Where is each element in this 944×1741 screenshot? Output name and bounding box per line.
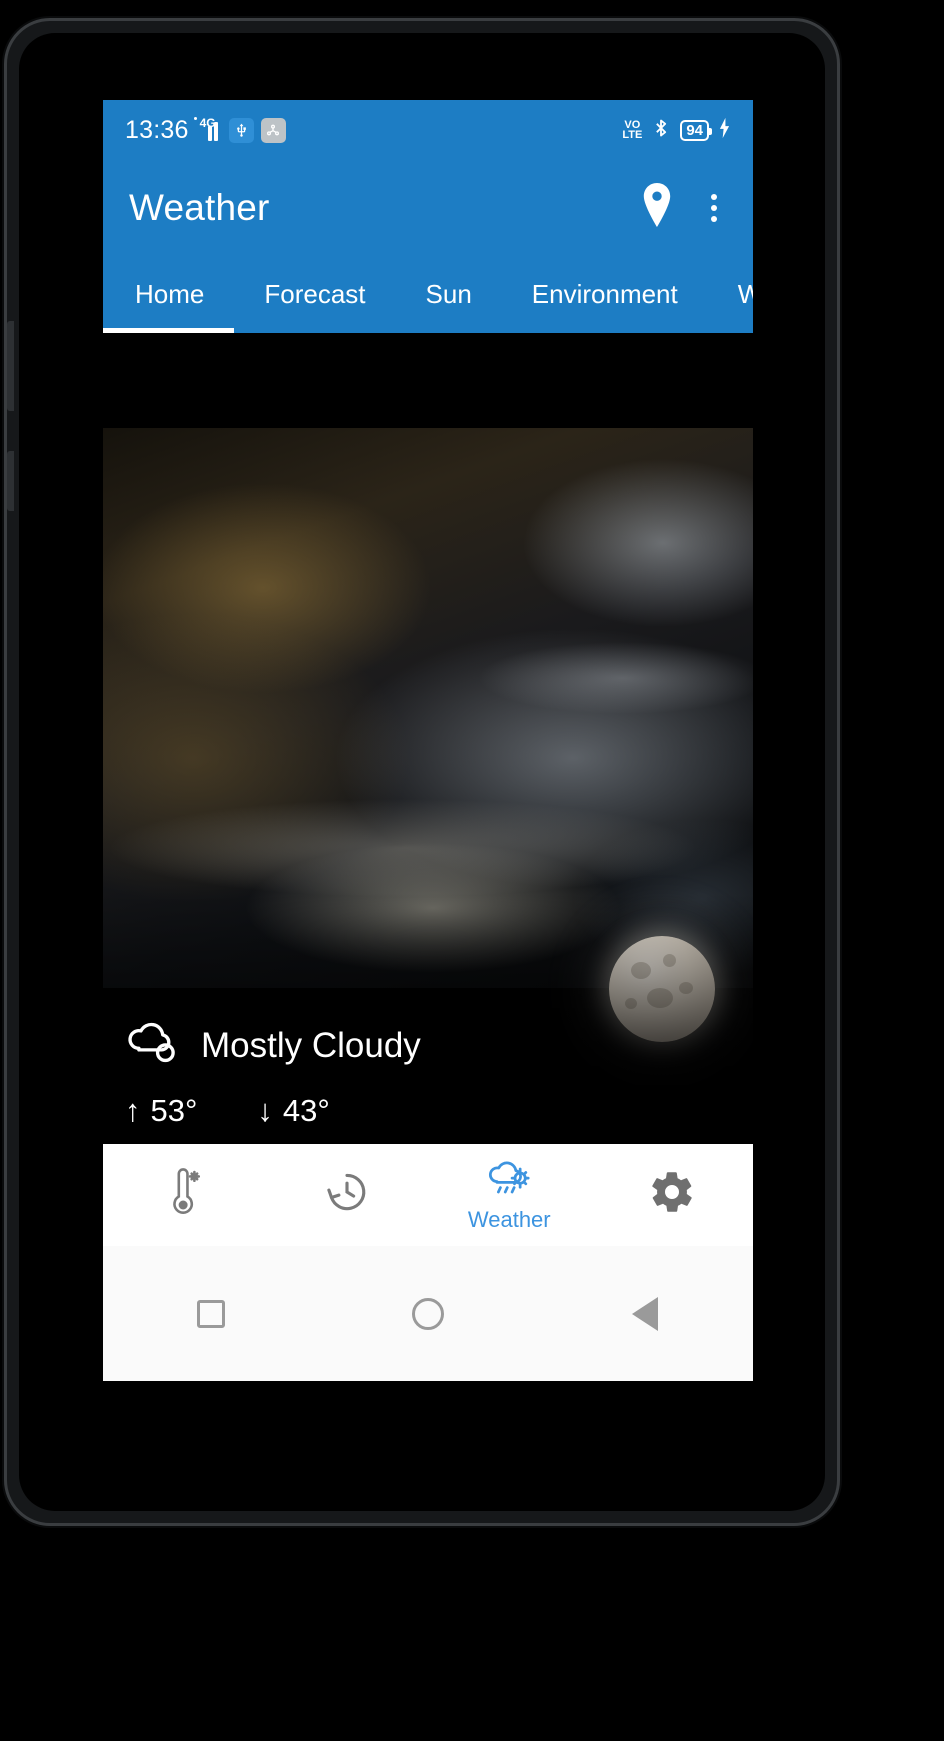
phone-screen: 13:36 4G VO LTE 94 Weather Home Forecast… [103, 100, 753, 1470]
bezel-nub [7, 451, 14, 511]
tab-forecast[interactable]: Forecast [234, 255, 395, 333]
cloud-icon [123, 1021, 183, 1070]
location-pin-icon[interactable] [639, 183, 675, 232]
volte-icon: VO LTE [622, 120, 643, 141]
high-temp-item: ↑ 53° [125, 1093, 197, 1129]
triangle-back-icon [631, 1296, 658, 1331]
condition-row: Mostly Cloudy [123, 1021, 421, 1070]
home-button[interactable] [383, 1269, 473, 1359]
nav-item-history[interactable] [266, 1144, 429, 1246]
nav-label: Weather [467, 1206, 551, 1232]
app-bar: Weather [103, 160, 753, 255]
more-vertical-icon[interactable] [701, 188, 727, 228]
current-weather-panel: Mostly Cloudy ↑ 53° ↓ 43° 45° Mountain V… [103, 333, 753, 1381]
tab-bar: Home Forecast Sun Environment Wi [103, 255, 753, 333]
square-icon [197, 1299, 226, 1328]
system-navigation-bar [103, 1246, 753, 1381]
nav-item-settings[interactable] [591, 1144, 754, 1246]
charging-bolt-icon [718, 117, 731, 144]
arrow-down-icon: ↓ [257, 1093, 273, 1128]
hero-fade-overlay [103, 893, 753, 1123]
tab-label: Forecast [264, 278, 366, 309]
page-title: Weather [129, 186, 270, 228]
bluetooth-icon [651, 116, 671, 145]
tab-label: Wi [737, 278, 753, 309]
high-temp-value: 53° [150, 1093, 198, 1128]
gear-icon [648, 1168, 696, 1221]
circle-icon [411, 1297, 444, 1330]
usb-icon [228, 117, 254, 143]
bezel-nub [7, 321, 14, 411]
back-button[interactable] [600, 1269, 690, 1359]
arrow-up-icon: ↑ [125, 1093, 141, 1128]
tab-sun[interactable]: Sun [396, 255, 502, 333]
tab-label: Sun [425, 278, 472, 309]
tab-wind[interactable]: Wi [708, 255, 753, 333]
tab-label: Home [135, 278, 205, 309]
tab-home[interactable]: Home [103, 255, 235, 333]
app-badge-icon [260, 117, 286, 143]
tab-environment[interactable]: Environment [502, 255, 708, 333]
history-clock-icon [323, 1168, 371, 1221]
device-frame: 13:36 4G VO LTE 94 Weather Home Forecast… [0, 0, 944, 1741]
cloud-sun-icon [485, 1158, 533, 1205]
volte-line-2: LTE [622, 129, 643, 141]
nav-item-temperature[interactable] [103, 1144, 266, 1246]
low-temp-item: ↓ 43° [257, 1093, 329, 1129]
status-time: 13:36 [125, 115, 189, 144]
battery-indicator: 94 [680, 119, 712, 141]
high-low-row: ↑ 53° ↓ 43° [125, 1093, 330, 1129]
signal-bars-icon: 4G [193, 116, 222, 141]
thermometer-icon [161, 1166, 207, 1223]
nav-item-weather[interactable]: Weather [428, 1144, 591, 1246]
status-bar-left: 13:36 4G [125, 116, 286, 145]
recents-button[interactable] [166, 1269, 256, 1359]
status-bar-right: VO LTE 94 [622, 116, 731, 145]
tab-label: Environment [531, 278, 678, 309]
app-bar-actions [639, 183, 727, 232]
status-bar: 13:36 4G VO LTE 94 [103, 100, 753, 160]
condition-text: Mostly Cloudy [201, 1025, 421, 1065]
low-temp-value: 43° [282, 1093, 330, 1128]
bottom-navigation: Weather [103, 1144, 753, 1246]
